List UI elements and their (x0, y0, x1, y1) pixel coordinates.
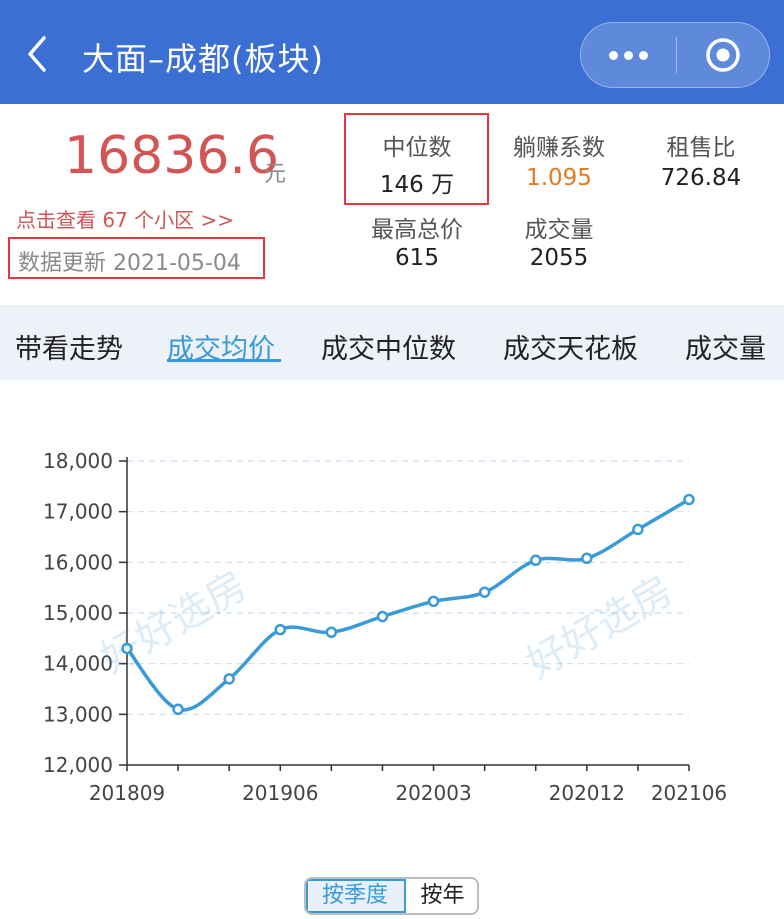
capsule-divider (676, 37, 677, 73)
back-icon[interactable] (20, 30, 60, 78)
data-point (529, 554, 542, 567)
y-tick-label: 15,000 (43, 601, 113, 625)
data-point (325, 626, 338, 639)
price-unit: 元 (264, 162, 287, 187)
active-tab-indicator (167, 359, 281, 362)
by-year-button[interactable]: 按年 (406, 879, 477, 913)
close-target-icon[interactable] (705, 37, 741, 73)
tab-viewing-trend[interactable]: 带看走势 (15, 327, 123, 366)
y-tick-label: 13,000 (43, 702, 113, 726)
data-point (581, 552, 593, 565)
data-point (121, 642, 133, 655)
tab-price-ceiling[interactable]: 成交天花板 (503, 327, 638, 366)
nav-header: 大面–成都(板块) (0, 0, 784, 104)
x-tick-label: 201906 (242, 781, 318, 805)
page-title: 大面–成都(板块) (82, 40, 324, 78)
stat-label-coefficient: 躺赚系数 (513, 135, 605, 161)
data-update-date: 数据更新 2021-05-04 (8, 237, 265, 279)
stat-label-max-total: 最高总价 (371, 217, 463, 243)
stat-label-volume: 成交量 (524, 217, 594, 243)
y-tick-label: 14,000 (43, 652, 113, 676)
tab-median-price[interactable]: 成交中位数 (321, 327, 456, 366)
average-price: 16836.6 (64, 126, 280, 186)
data-point (683, 493, 695, 506)
mini-program-capsule (580, 22, 770, 88)
data-point (427, 595, 440, 608)
data-point (376, 610, 389, 623)
tab-volume[interactable]: 成交量 (685, 327, 766, 366)
data-point (223, 673, 235, 685)
data-point (478, 586, 491, 598)
by-quarter-button[interactable]: 按季度 (306, 879, 406, 913)
y-tick-label: 12,000 (43, 753, 113, 777)
data-point (632, 523, 644, 536)
stat-value-max-total: 615 (395, 245, 439, 271)
stat-label-rent-ratio: 租售比 (666, 135, 736, 161)
stat-value-rent-ratio: 726.84 (660, 165, 742, 191)
x-tick-label: 202012 (549, 781, 625, 805)
chart-tab-bar: 带看走势 成交均价 成交中位数 成交天花板 成交量 (0, 305, 784, 380)
period-toggle: 按季度 按年 (304, 877, 479, 915)
data-point (172, 703, 184, 716)
series-line (125, 497, 690, 712)
more-icon[interactable] (581, 23, 676, 87)
y-tick-label: 17,000 (43, 500, 113, 524)
chart-svg: 12,000 13,000 14,000 15,000 16,000 17,000 18,0… (43, 449, 727, 805)
stat-value-median: 146 万 (379, 172, 455, 198)
x-tick-label: 202003 (395, 781, 471, 805)
y-tick-label: 18,000 (43, 449, 113, 473)
stat-value-volume: 2055 (529, 245, 589, 271)
view-communities-link[interactable]: 点击查看 67 个小区 >> (16, 204, 234, 233)
data-point (274, 623, 287, 636)
x-tick-label: 202106 (651, 781, 727, 805)
stat-label-median: 中位数 (382, 135, 452, 161)
price-line-chart: 12,000 13,000 14,000 15,000 16,000 17,000 18,0… (0, 430, 784, 830)
stat-value-coefficient: 1.095 (526, 165, 592, 191)
x-tick-label: 201809 (89, 781, 165, 805)
y-tick-label: 16,000 (43, 550, 113, 574)
